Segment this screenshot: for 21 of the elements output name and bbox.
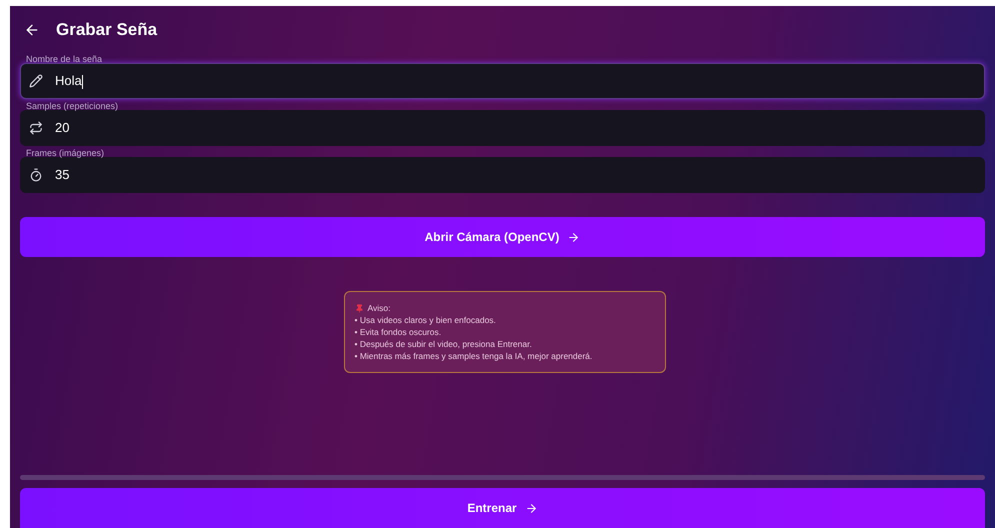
arrow-right-icon [524, 502, 538, 514]
notice-item: • Mientras más frames y samples tenga la IA, mejor aprenderá. [354, 350, 594, 362]
pin-icon [354, 304, 364, 312]
repeat-icon [29, 121, 43, 135]
field-label: Samples (repeticiones) [26, 101, 118, 112]
input-field[interactable]: 20 [20, 110, 985, 146]
notice-item: • Evita fondos oscuros. [354, 326, 442, 338]
input-field[interactable]: Hola [20, 63, 985, 99]
page-title: Grabar Seña [56, 19, 158, 42]
field-label: Frames (imágenes) [26, 148, 104, 159]
open-camera-button[interactable]: Abrir Cámara (OpenCV) [20, 217, 985, 257]
arrow-right-icon [567, 230, 580, 244]
input-field[interactable]: 35 [20, 157, 985, 193]
train-button[interactable]: Entrenar [20, 488, 985, 528]
timer-icon [29, 168, 43, 182]
back-icon[interactable] [24, 22, 40, 38]
notice-item: • Usa videos claros y bien enfocados. [354, 314, 497, 326]
pencil-icon [29, 74, 43, 88]
field-label: Nombre de la seña [26, 54, 102, 65]
notice-title: Aviso: [368, 302, 390, 314]
notice-item: • Después de subir el video, presiona Entrenar. [354, 338, 533, 350]
